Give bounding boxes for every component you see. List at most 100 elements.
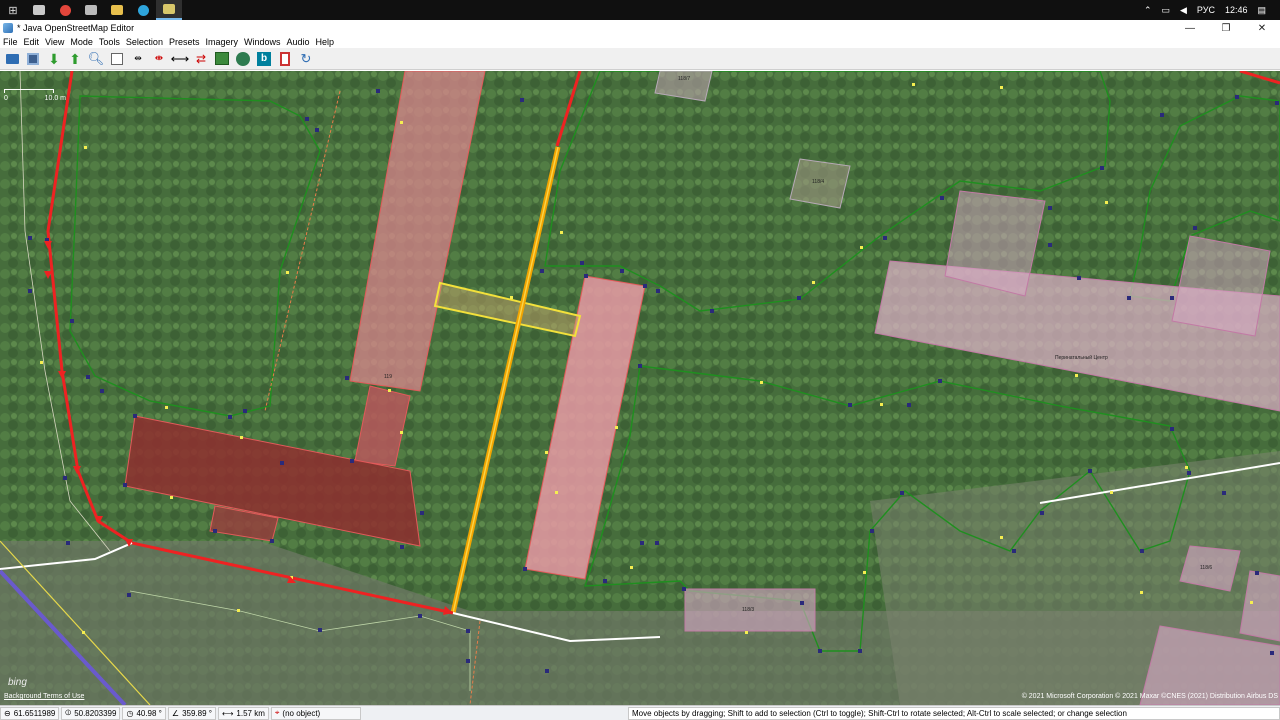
imagery-icon bbox=[215, 52, 229, 65]
history-icon: ↻ bbox=[300, 51, 312, 66]
preferences-button[interactable] bbox=[107, 50, 127, 68]
volume-icon[interactable]: ◀ bbox=[1180, 5, 1187, 16]
bing-icon: b bbox=[257, 51, 271, 66]
chevron-up-icon[interactable]: ⌃ bbox=[1144, 5, 1152, 16]
upload-icon: ⬆ bbox=[69, 50, 81, 67]
zoom-button[interactable]: 🔍︎ bbox=[86, 50, 106, 68]
network-icon[interactable]: ▭ bbox=[1161, 5, 1170, 16]
latitude-value: 61.6511989 bbox=[13, 708, 56, 718]
title-bar: * Java OpenStreetMap Editor — ❐ ✕ bbox=[0, 20, 1280, 36]
bookmark-icon bbox=[280, 51, 290, 66]
menu-imagery[interactable]: Imagery bbox=[202, 37, 241, 47]
angle-field: ∠ 359.89 ° bbox=[167, 706, 216, 720]
taskbar-app-telegram[interactable] bbox=[130, 0, 156, 20]
menu-bar: File Edit View Mode Tools Selection Pres… bbox=[0, 36, 1280, 48]
unglue-button[interactable]: ⇄ bbox=[191, 50, 211, 68]
heading-icon: ◷ bbox=[126, 708, 134, 718]
distance-icon: ⟷ bbox=[221, 708, 234, 718]
map-canvas[interactable] bbox=[0, 71, 1280, 705]
imagery-button[interactable] bbox=[212, 50, 232, 68]
josm-app-icon bbox=[3, 23, 13, 33]
building-label-118-4: 118/4 bbox=[812, 179, 825, 185]
latitude-field[interactable]: ⊖ 61.6511989 bbox=[0, 706, 60, 720]
folder-icon bbox=[111, 5, 123, 15]
menu-edit[interactable]: Edit bbox=[21, 37, 43, 47]
angle-value: 359.89 ° bbox=[182, 708, 212, 718]
status-bar: ⊖ 61.6511989 ⦶ 50.8203399 ◷ 40.98 ° ∠ 359.89… bbox=[0, 705, 1280, 720]
split-way-icon: ⇹ bbox=[134, 53, 142, 63]
history-button[interactable]: ↻ bbox=[296, 50, 316, 68]
menu-presets[interactable]: Presets bbox=[166, 37, 203, 47]
combine-way-button[interactable]: ⇼ bbox=[149, 50, 169, 68]
save-icon bbox=[27, 52, 39, 65]
language-indicator[interactable]: РУС bbox=[1197, 5, 1215, 15]
taskbar-app-media[interactable] bbox=[78, 0, 104, 20]
longitude-field[interactable]: ⦶ 50.8203399 bbox=[61, 706, 121, 720]
reverse-way-icon: ⟷ bbox=[170, 51, 190, 66]
combine-way-icon: ⇼ bbox=[154, 52, 164, 64]
building-label-118-6: 118/6 bbox=[1200, 565, 1213, 571]
save-button[interactable] bbox=[23, 50, 43, 68]
heading-field: ◷ 40.98 ° bbox=[122, 706, 166, 720]
upload-button[interactable]: ⬆ bbox=[65, 50, 85, 68]
taskbar-app-explorer[interactable] bbox=[26, 0, 52, 20]
menu-file[interactable]: File bbox=[0, 37, 21, 47]
zoom-icon: 🔍︎ bbox=[87, 51, 105, 66]
minimize-button[interactable]: — bbox=[1172, 20, 1208, 36]
telegram-icon bbox=[137, 4, 149, 16]
chrome-icon bbox=[59, 4, 71, 16]
download-icon: ⬇ bbox=[48, 50, 60, 67]
open-icon bbox=[5, 53, 19, 64]
bookmark-button[interactable] bbox=[275, 50, 295, 68]
menu-view[interactable]: View bbox=[42, 37, 67, 47]
split-way-button[interactable]: ⇹ bbox=[128, 50, 148, 68]
building-label-119: 119 bbox=[384, 374, 392, 380]
imagery-attribution[interactable]: © 2021 Microsoft Corporation © 2021 Maxa… bbox=[1022, 693, 1278, 700]
distance-value: 1.57 km bbox=[236, 708, 265, 718]
taskbar-app-files[interactable] bbox=[104, 0, 130, 20]
longitude-icon: ⦶ bbox=[65, 708, 72, 717]
layer-icon bbox=[236, 51, 250, 66]
taskbar-app-josm[interactable] bbox=[156, 0, 182, 20]
reverse-way-button[interactable]: ⟷ bbox=[170, 50, 190, 68]
building-label-perinatal: Перинатальный Центр bbox=[1055, 355, 1108, 361]
window-title: * Java OpenStreetMap Editor bbox=[17, 23, 135, 33]
menu-tools[interactable]: Tools bbox=[96, 37, 123, 47]
menu-selection[interactable]: Selection bbox=[123, 37, 166, 47]
building-label-118-7: 118/7 bbox=[678, 76, 691, 82]
main-toolbar: ⬇ ⬆ 🔍︎ ⇹ ⇼ ⟷ ⇄ b ↻ bbox=[0, 48, 1280, 70]
ship-icon bbox=[33, 5, 45, 15]
scale-left-label: 0 bbox=[4, 95, 8, 102]
download-button[interactable]: ⬇ bbox=[44, 50, 64, 68]
menu-audio[interactable]: Audio bbox=[284, 37, 313, 47]
latitude-icon: ⊖ bbox=[4, 708, 11, 718]
map-view[interactable]: 0 10.0 m 119 Перинатальный Центр 118/4 1… bbox=[0, 71, 1280, 705]
windows-logo-icon: ⊞ bbox=[8, 4, 18, 17]
notifications-icon[interactable]: ▤ bbox=[1257, 5, 1266, 16]
distance-field: ⟷ 1.57 km bbox=[217, 706, 269, 720]
bing-button[interactable]: b bbox=[254, 50, 274, 68]
media-icon bbox=[85, 5, 97, 15]
object-field: ⌖ (no object) bbox=[270, 706, 361, 720]
object-value: (no object) bbox=[282, 708, 321, 718]
clock[interactable]: 12:46 bbox=[1225, 5, 1248, 15]
layer-button[interactable] bbox=[233, 50, 253, 68]
menu-windows[interactable]: Windows bbox=[241, 37, 284, 47]
building-wing-2[interactable] bbox=[1171, 235, 1271, 337]
system-tray: ⌃ ▭ ◀ РУС 12:46 ▤ bbox=[1144, 5, 1280, 16]
unglue-icon: ⇄ bbox=[195, 51, 207, 66]
close-button[interactable]: ✕ bbox=[1244, 20, 1280, 36]
preferences-icon bbox=[111, 52, 123, 65]
taskbar-app-chrome[interactable] bbox=[52, 0, 78, 20]
menu-help[interactable]: Help bbox=[313, 37, 338, 47]
scale-bar-line bbox=[4, 89, 54, 93]
menu-mode[interactable]: Mode bbox=[67, 37, 96, 47]
help-text: Move objects by dragging; Shift to add t… bbox=[628, 706, 1280, 720]
maximize-button[interactable]: ❐ bbox=[1208, 20, 1244, 36]
scale-bar: 0 10.0 m bbox=[4, 89, 66, 102]
open-button[interactable] bbox=[2, 50, 22, 68]
start-button[interactable]: ⊞ bbox=[0, 0, 26, 20]
background-terms-link[interactable]: Background Terms of Use bbox=[4, 693, 84, 700]
scale-right-label: 10.0 m bbox=[44, 95, 66, 102]
angle-icon: ∠ bbox=[171, 708, 180, 718]
